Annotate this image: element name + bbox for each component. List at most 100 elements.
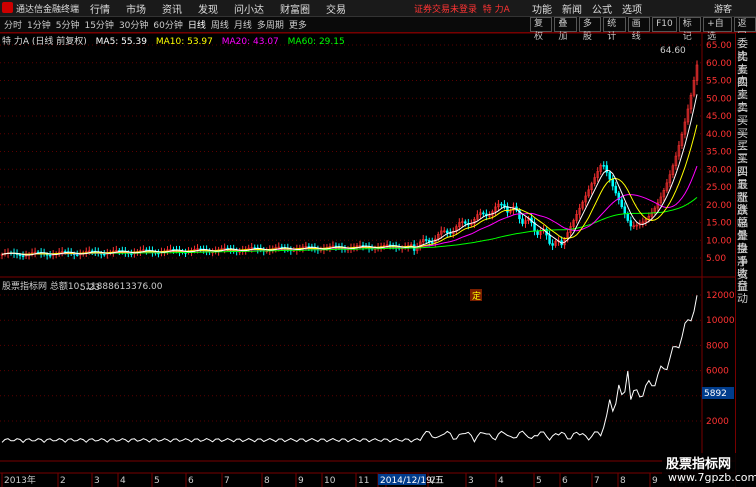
x-tick-label: 10 xyxy=(324,476,336,486)
ma20-line xyxy=(1,165,698,255)
sub-y-tick-label: 12000 xyxy=(706,291,735,301)
period-tab[interactable]: 15分钟 xyxy=(84,18,113,31)
app-title: 通达信金融终端 xyxy=(16,5,80,15)
candle-body xyxy=(503,204,506,207)
candle-body xyxy=(548,234,551,244)
menu-item-options[interactable]: 选项 xyxy=(622,1,642,16)
watermark-url: www.7gpzb.com xyxy=(668,471,756,484)
menu-item-wealth[interactable]: 财富圈 xyxy=(280,1,310,16)
menu-bar: 通达信金融终端 行情 市场 资讯 发现 问小达 财富圈 交易 证券交易未登录 特… xyxy=(0,0,756,17)
x-tick-label: 8 xyxy=(620,476,626,486)
x-tick-label: 9 xyxy=(298,476,304,486)
menu-item-newsfeed[interactable]: 新闻 xyxy=(562,1,582,16)
y-tick-label: 15.00 xyxy=(706,219,732,229)
x-tick-label: 5 xyxy=(536,476,542,486)
candle-body xyxy=(521,218,524,224)
x-tick-label: 2 xyxy=(60,476,66,486)
candle-body xyxy=(18,254,22,257)
period-tab[interactable]: 5分钟 xyxy=(56,18,80,31)
y-tick-label: 60.00 xyxy=(706,59,732,69)
candle-body xyxy=(551,243,554,246)
app-logo-icon xyxy=(2,2,13,13)
candle-body xyxy=(424,239,428,241)
x-tick-label: 7 xyxy=(224,476,230,486)
tool-button[interactable]: 标记 xyxy=(678,17,702,42)
menu-item-formula[interactable]: 公式 xyxy=(592,1,612,16)
candle-body xyxy=(75,254,79,256)
candle-body xyxy=(602,165,605,167)
sub-value-text: 5892 xyxy=(704,389,727,399)
tool-button[interactable]: F10 xyxy=(652,17,677,32)
tool-button[interactable]: 画线 xyxy=(627,17,651,42)
tool-button[interactable]: +自选 xyxy=(703,17,732,42)
period-tab[interactable]: 多周期 xyxy=(257,18,284,31)
stock-title: 特 力A xyxy=(482,5,510,15)
high-price-mark: 64.60 xyxy=(660,46,686,56)
x-tick-label: 5 xyxy=(154,476,160,486)
candle-body xyxy=(482,212,485,215)
ma5-line xyxy=(1,94,698,256)
trade-status[interactable]: 证券交易未登录 特 力A xyxy=(414,2,510,15)
watermark: 股票指标网 www.7gpzb.com xyxy=(662,453,756,487)
kline-chart[interactable]: 65.0060.0055.0050.0045.0040.0035.0030.00… xyxy=(0,33,735,487)
sub-y-tick-label: 10000 xyxy=(706,316,735,326)
candle-body xyxy=(536,231,539,235)
indicator-line xyxy=(1,295,698,444)
tool-button[interactable]: 多股 xyxy=(578,17,602,42)
candle-body xyxy=(446,230,449,234)
menu-item-trade[interactable]: 交易 xyxy=(326,1,346,16)
x-tick-label: 4 xyxy=(120,476,126,486)
sub-indicator-info: 股票指标网 总额10: 11888613376.00 xyxy=(2,282,163,292)
auto-label[interactable]: 自动 xyxy=(737,279,756,305)
y-tick-label: 35.00 xyxy=(706,148,732,158)
menu-item-function[interactable]: 功能 xyxy=(532,1,552,16)
x-tick-label: 3 xyxy=(468,476,474,486)
x-tick-label: 11 xyxy=(358,476,369,486)
period-tab[interactable]: 更多 xyxy=(289,18,307,31)
period-tab[interactable]: 分时 xyxy=(4,18,22,31)
menu-item-market[interactable]: 市场 xyxy=(126,1,146,16)
tool-button[interactable]: 叠加 xyxy=(554,17,577,42)
period-tabs: 分时 1分钟 5分钟 15分钟 30分钟 60分钟 日线 周线 月线 多周期 更多 xyxy=(4,18,312,31)
period-tab[interactable]: 月线 xyxy=(234,18,252,31)
menu-item-ask[interactable]: 问小达 xyxy=(234,1,264,16)
sub-y-tick-label: 2000 xyxy=(706,417,729,427)
y-tick-label: 55.00 xyxy=(706,77,732,87)
y-tick-label: 25.00 xyxy=(706,183,732,193)
x-tick-label: 3 xyxy=(94,476,100,486)
x-tick-label: 6 xyxy=(562,476,568,486)
sub-y-tick-label: 6000 xyxy=(706,367,729,377)
x-tick-label: 6 xyxy=(188,476,194,486)
menu-item-quotes[interactable]: 行情 xyxy=(90,1,110,16)
right-menu: 功能 新闻 公式 选项 xyxy=(532,1,652,16)
tool-button[interactable]: 统计 xyxy=(603,17,626,42)
candle-body xyxy=(430,241,434,244)
tool-button[interactable]: 返回 xyxy=(733,17,756,42)
candle-body xyxy=(611,178,614,187)
candle-body xyxy=(614,185,618,194)
y-tick-label: 20.00 xyxy=(706,201,732,211)
candle-body xyxy=(626,213,630,221)
y-tick-label: 5.00 xyxy=(706,254,726,264)
period-tab[interactable]: 1分钟 xyxy=(27,18,51,31)
candle-body xyxy=(21,255,25,257)
menu-item-news[interactable]: 资讯 xyxy=(162,1,182,16)
x-tick-label: 7 xyxy=(594,476,600,486)
tool-button[interactable]: 复权 xyxy=(530,17,553,42)
candle-body xyxy=(500,203,503,206)
x-tick-label: 2 xyxy=(430,476,436,486)
menu-item-discover[interactable]: 发现 xyxy=(198,1,218,16)
ding-marker: 定 xyxy=(472,290,481,302)
x-tick-label: 9 xyxy=(652,476,658,486)
candle-body xyxy=(620,199,624,208)
period-tab[interactable]: 日线 xyxy=(188,18,206,31)
period-toolbar: 分时 1分钟 5分钟 15分钟 30分钟 60分钟 日线 周线 月线 多周期 更多 复权 叠加 多股 统计… xyxy=(0,17,756,42)
guest-label[interactable]: 游客 xyxy=(714,2,732,15)
y-tick-label: 50.00 xyxy=(706,94,732,104)
y-tick-label: 30.00 xyxy=(706,165,732,175)
period-tab[interactable]: 30分钟 xyxy=(119,18,148,31)
period-tab[interactable]: 60分钟 xyxy=(153,18,182,31)
period-tab[interactable]: 周线 xyxy=(211,18,229,31)
main-menu: 行情 市场 资讯 发现 问小达 财富圈 交易 xyxy=(90,1,362,16)
candle-body xyxy=(464,221,467,224)
